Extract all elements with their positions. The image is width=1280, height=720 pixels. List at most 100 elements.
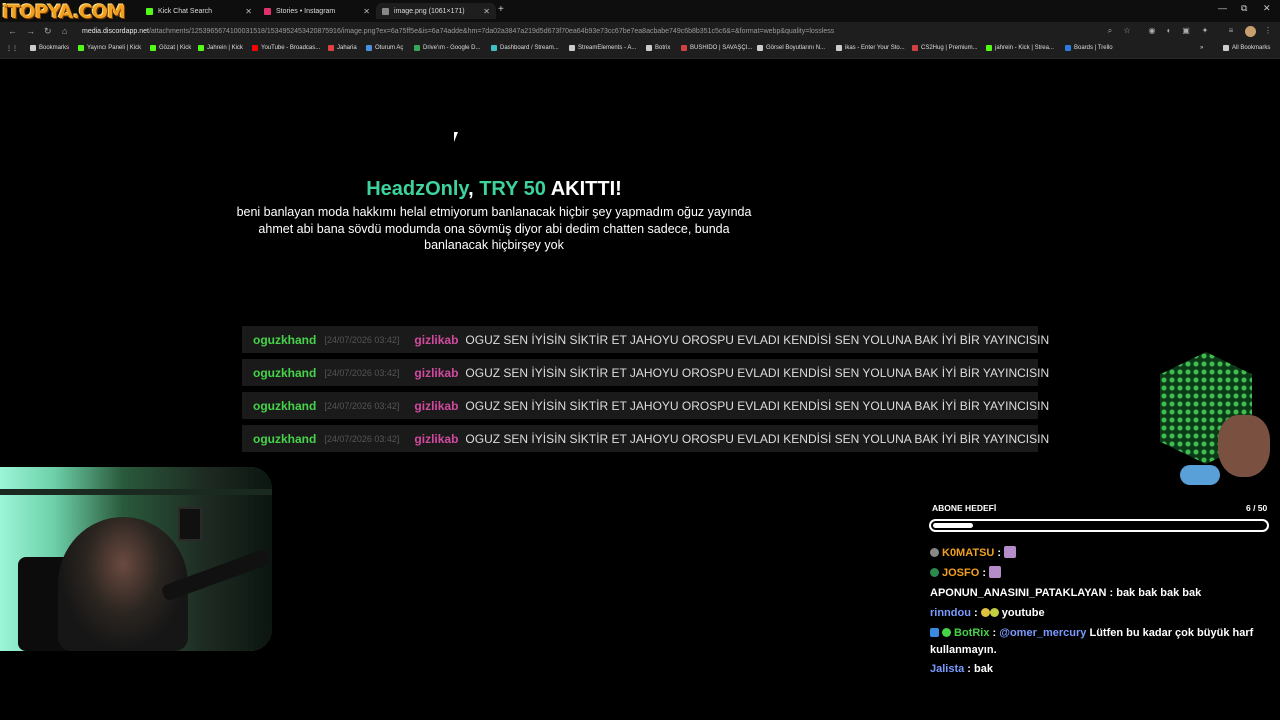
menu-icon[interactable]: ⋮ xyxy=(1263,26,1273,36)
bookmark-item[interactable]: jahrein - Kick | Strea... xyxy=(986,45,1054,51)
tab-label: Stories • Instagram xyxy=(276,7,336,15)
chat-log-row: oguzkhand [24/07/2026 03:42] gizlikab OG… xyxy=(242,359,1049,386)
stream-chat-username: Jalista xyxy=(930,663,965,675)
chat-timestamp: [24/07/2026 03:42] xyxy=(324,400,400,411)
home-icon[interactable]: ⌂ xyxy=(62,26,67,36)
bookmark-item[interactable]: Bookmarks xyxy=(30,45,69,51)
trello-icon xyxy=(1065,45,1071,51)
bookmark-item[interactable]: YouTube - Broadcas... xyxy=(252,45,320,51)
bookmark-item[interactable]: Jahrein | Kick xyxy=(198,45,243,51)
stream-chat-username: APONUN_ANASINI_PATAKLAYAN xyxy=(930,587,1107,599)
forward-icon[interactable]: → xyxy=(26,26,35,36)
overlay-logo: iTOPYA.COM xyxy=(2,1,126,23)
webcam-overlay xyxy=(0,467,272,651)
sub-goal-count: 6 / 50 xyxy=(1246,503,1268,513)
webcam-shelf xyxy=(0,489,272,495)
sub-goal-progress-bar xyxy=(929,519,1269,532)
instagram-icon xyxy=(264,7,271,15)
webcam-portrait-frame xyxy=(178,507,202,541)
star-icon[interactable]: ☆ xyxy=(1122,26,1132,36)
sub-goal-progress-fill xyxy=(933,523,973,528)
youtube-icon xyxy=(252,45,258,51)
kick-icon xyxy=(986,45,992,51)
minimize-button[interactable]: — xyxy=(1218,3,1227,13)
site-icon xyxy=(491,45,497,51)
stream-chat-message: BotRix : @omer_mercury Lütfen bu kadar ç… xyxy=(930,627,1254,656)
stream-chat-message: JOSFO : xyxy=(930,563,1270,583)
overlay-face-hand xyxy=(1180,465,1220,485)
bookmark-item[interactable]: Jaharia xyxy=(328,45,357,51)
tab-instagram[interactable]: Stories • Instagram ✕ xyxy=(258,3,376,19)
donation-message: beni banlayan moda hakkımı helal etmiyor… xyxy=(236,205,752,252)
stream-chat-mention: @omer_mercury xyxy=(999,627,1087,639)
url-host: media.discordapp.net xyxy=(82,28,149,35)
reload-icon[interactable]: ↻ xyxy=(44,26,52,37)
sub-goal-label: ABONE HEDEFİ xyxy=(932,503,997,513)
profile-avatar[interactable] xyxy=(1245,26,1256,37)
bookmark-item[interactable]: Dashboard / Stream... xyxy=(491,45,559,51)
bookmark-item[interactable]: Yayıncı Paneli | Kick xyxy=(78,45,141,51)
overlay-face-head xyxy=(1218,415,1270,477)
close-icon[interactable]: ✕ xyxy=(363,7,370,16)
tab-label: Kick Chat Search xyxy=(158,7,213,15)
address-bar[interactable]: media.discordapp.net/attachments/1253965… xyxy=(82,24,1142,39)
site-icon xyxy=(366,45,372,51)
kick-icon xyxy=(78,45,84,51)
chat-target-username: gizlikab xyxy=(414,332,459,347)
site-icon xyxy=(328,45,334,51)
zoom-icon[interactable]: ⌕ xyxy=(1105,26,1115,36)
site-icon xyxy=(757,45,763,51)
back-icon[interactable]: ← xyxy=(8,26,17,36)
extension-icon[interactable]: ◐ xyxy=(1164,26,1174,36)
kick-icon xyxy=(150,45,156,51)
bookmark-item[interactable]: StreamElements - A... xyxy=(569,45,636,51)
stream-chat-username: K0MATSU xyxy=(942,547,995,559)
chevron-right-icon[interactable]: » xyxy=(1200,45,1203,51)
new-tab-button[interactable]: + xyxy=(498,4,504,15)
close-window-button[interactable]: ✕ xyxy=(1263,3,1271,14)
verified-badge-icon xyxy=(942,628,951,637)
extension-icon[interactable]: ▣ xyxy=(1181,26,1191,36)
stream-chat-text: youtube xyxy=(1001,607,1045,619)
chat-username: oguzkhand xyxy=(253,365,317,380)
apps-icon[interactable]: ⋮⋮ xyxy=(6,45,18,52)
bookmark-item[interactable]: BUSHIDO | SAVAŞÇI... xyxy=(681,45,752,51)
stream-chat-username: rinndou xyxy=(930,607,971,619)
bookmark-item[interactable]: Görsel Boyutlarını N... xyxy=(757,45,825,51)
bookmark-item[interactable]: Boards | Trello xyxy=(1065,45,1113,51)
subscriber-badge-icon xyxy=(930,568,939,577)
bookmark-item[interactable]: All Bookmarks xyxy=(1223,45,1270,51)
donor-name: HeadzOnly xyxy=(366,178,469,200)
tab-image[interactable]: image.png (1061×171) ✕ xyxy=(376,3,496,19)
media-icon[interactable]: ≡ xyxy=(1226,26,1236,36)
alert-separator: , xyxy=(468,178,480,200)
star-icon xyxy=(30,45,36,51)
chat-message: OGUZ SEN İYİSİN SİKTİR ET JAHOYU OROSPU … xyxy=(465,332,1050,347)
chat-message: OGUZ SEN İYİSİN SİKTİR ET JAHOYU OROSPU … xyxy=(465,365,1050,380)
site-icon xyxy=(681,45,687,51)
extension-icon[interactable]: ◉ xyxy=(1147,26,1157,36)
chat-timestamp: [24/07/2026 03:42] xyxy=(324,334,400,345)
bookmark-item[interactable]: Drive'ım - Google D... xyxy=(414,45,481,51)
puzzle-icon[interactable]: ✦ xyxy=(1200,26,1210,36)
bookmark-item[interactable]: Gözat | Kick xyxy=(150,45,191,51)
stream-chat-text: bak bak bak bak xyxy=(1116,587,1202,599)
stream-chat-message: APONUN_ANASINI_PATAKLAYAN : bak bak bak … xyxy=(930,587,1202,599)
stream-chat-message: K0MATSU : xyxy=(930,543,1270,563)
close-icon[interactable]: ✕ xyxy=(483,7,490,16)
chat-username: oguzkhand xyxy=(253,398,317,413)
stream-chat-username: BotRix xyxy=(954,627,990,639)
folder-icon xyxy=(1223,45,1229,51)
tab-kick-chat-search[interactable]: Kick Chat Search ✕ xyxy=(140,3,258,19)
bot-badge-icon xyxy=(930,628,939,637)
site-icon xyxy=(912,45,918,51)
bookmark-item[interactable]: Oturum Aç xyxy=(366,45,403,51)
bookmark-item[interactable]: CS2Hug | Premium... xyxy=(912,45,978,51)
close-icon[interactable]: ✕ xyxy=(245,7,252,16)
site-icon xyxy=(836,45,842,51)
bookmark-item[interactable]: Botrix xyxy=(646,45,670,51)
bookmark-item[interactable]: ikas - Enter Your Sto... xyxy=(836,45,905,51)
chat-username: oguzkhand xyxy=(253,332,317,347)
donation-alert-title: HeadzOnly, TRY 50 AKITTI! xyxy=(244,178,744,201)
restore-button[interactable]: ⧉ xyxy=(1241,3,1247,14)
